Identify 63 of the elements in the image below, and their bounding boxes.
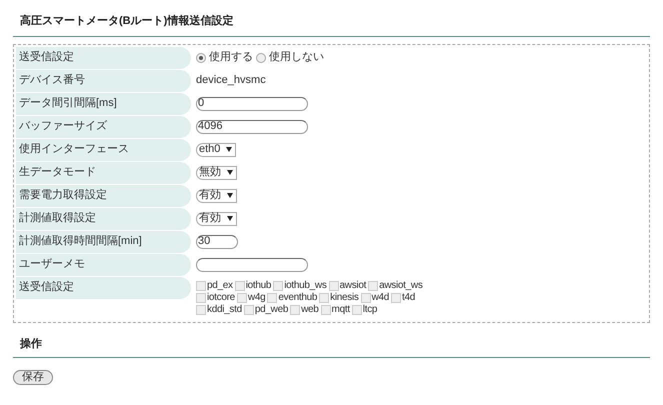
- checkbox-label: awsiot: [340, 280, 366, 292]
- input-field[interactable]: 0: [196, 96, 308, 110]
- checkbox[interactable]: [244, 304, 254, 314]
- field-label: 計測値取得設定: [16, 208, 191, 230]
- checkbox[interactable]: [360, 292, 371, 302]
- device-number: device_hvsmc: [196, 73, 266, 88]
- radio-button[interactable]: [256, 52, 266, 62]
- checkbox[interactable]: [368, 280, 378, 290]
- checkbox[interactable]: [196, 304, 206, 314]
- checkbox[interactable]: [320, 304, 331, 314]
- checkbox-label: w4g: [248, 292, 266, 304]
- checkbox[interactable]: [352, 304, 362, 314]
- checkbox-label: pd_ex: [207, 280, 233, 292]
- checkbox-label: mqtt: [332, 304, 350, 316]
- section-title: 操作: [20, 336, 43, 352]
- select-dropdown[interactable]: 有効: [196, 212, 237, 226]
- radio-label: 使用しない: [269, 50, 324, 66]
- checkbox[interactable]: [328, 280, 339, 290]
- radio-label: 使用する: [209, 50, 253, 66]
- field-label: 生データモード: [16, 162, 191, 184]
- checkbox[interactable]: [196, 280, 206, 290]
- select-dropdown[interactable]: 有効: [196, 188, 237, 202]
- caret-icon: [227, 193, 233, 198]
- select-dropdown[interactable]: eth0: [196, 142, 236, 156]
- checkbox-label: w4d: [372, 292, 390, 304]
- save-button[interactable]: 保存: [13, 370, 53, 385]
- checkbox-label: iotcore: [207, 292, 235, 304]
- checkbox[interactable]: [234, 280, 245, 290]
- checkbox[interactable]: [236, 292, 247, 302]
- input-field[interactable]: 30: [196, 234, 238, 248]
- checkbox-label: t4d: [402, 292, 416, 304]
- radio-button[interactable]: [196, 52, 206, 62]
- checkbox-label: ltcp: [362, 304, 378, 316]
- input-field[interactable]: [196, 258, 308, 272]
- field-label: デバイス番号: [16, 70, 191, 92]
- field-label: 送受信設定: [16, 276, 191, 298]
- field-label: ユーザーメモ: [16, 254, 191, 276]
- checkbox[interactable]: [267, 292, 278, 302]
- caret-icon: [227, 170, 233, 175]
- input-field[interactable]: 4096: [196, 120, 308, 134]
- field-label: 使用インターフェース: [16, 138, 191, 160]
- field-label: 送受信設定: [16, 46, 191, 68]
- checkbox-label: web: [301, 304, 319, 316]
- checkbox[interactable]: [196, 292, 206, 302]
- checkbox-label: pd_web: [254, 304, 288, 316]
- caret-icon: [227, 216, 233, 221]
- checkbox-label: iothub: [246, 280, 272, 292]
- checkbox[interactable]: [290, 304, 300, 314]
- checkbox[interactable]: [319, 292, 330, 302]
- checkbox[interactable]: [391, 292, 402, 302]
- field-label: 需要電力取得設定: [16, 184, 191, 206]
- checkbox-label: kinesis: [330, 292, 359, 304]
- select-dropdown[interactable]: 無効: [196, 166, 237, 180]
- checkbox-label: iothub_ws: [284, 280, 327, 292]
- checkbox-label: awsiot_ws: [379, 280, 423, 292]
- checkbox-label: kddi_std: [207, 304, 242, 316]
- checkbox-label: eventhub: [278, 292, 318, 304]
- checkbox[interactable]: [273, 280, 284, 290]
- page-title: 高圧スマートメータ(Bルート)情報送信設定: [20, 14, 234, 29]
- field-label: バッファーサイズ: [16, 116, 191, 138]
- field-label: データ間引間隔[ms]: [16, 92, 191, 114]
- caret-icon: [226, 147, 232, 152]
- field-label: 計測値取得時間間隔[min]: [16, 230, 191, 252]
